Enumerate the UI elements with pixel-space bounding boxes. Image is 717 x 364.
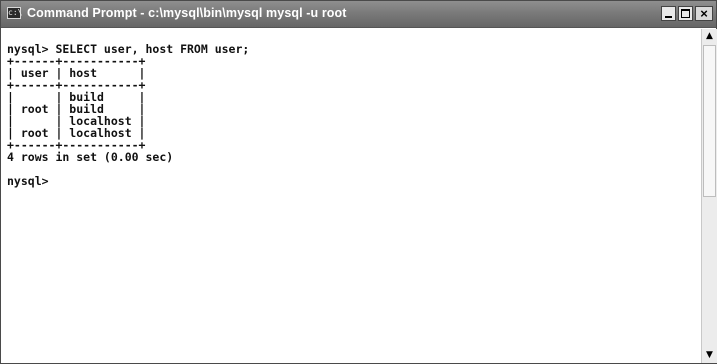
maximize-icon [681, 9, 690, 18]
scroll-thumb[interactable] [703, 45, 716, 197]
maximize-button[interactable] [678, 6, 693, 21]
minimize-icon [665, 16, 672, 18]
mysql-prompt: nysql> [7, 174, 49, 188]
title-bar[interactable]: c:\ Command Prompt - c:\mysql\bin\mysql … [1, 1, 716, 28]
close-button[interactable]: × [695, 6, 713, 21]
minimize-button[interactable] [661, 6, 676, 21]
window-title: Command Prompt - c:\mysql\bin\mysql mysq… [27, 6, 347, 20]
scroll-down-icon[interactable]: ▼ [702, 348, 717, 363]
scroll-up-icon[interactable]: ▲ [702, 29, 717, 44]
close-icon: × [700, 6, 708, 21]
vertical-scrollbar[interactable]: ▲ ▼ [701, 29, 717, 363]
cmd-icon[interactable]: c:\ [7, 7, 22, 19]
command-prompt-window: c:\ Command Prompt - c:\mysql\bin\mysql … [0, 0, 717, 364]
result-summary: 4 rows in set (0.00 sec) [7, 150, 174, 164]
console-output[interactable]: nysql> SELECT user, host FROM user; +---… [3, 29, 699, 361]
console-text: nysql> SELECT user, host FROM user; +---… [3, 29, 699, 187]
